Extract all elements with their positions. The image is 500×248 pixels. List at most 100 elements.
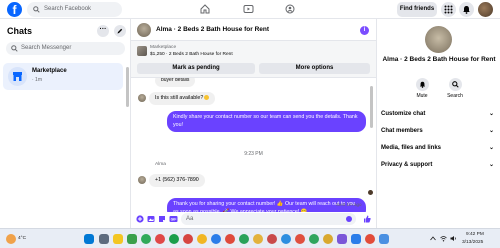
taskbar-app-icon[interactable] xyxy=(337,234,347,244)
speaker-icon[interactable] xyxy=(450,235,457,242)
more-options-button[interactable]: More options xyxy=(259,63,370,74)
facebook-search-input[interactable]: Search Facebook xyxy=(27,2,122,17)
grid-menu-icon xyxy=(444,5,453,14)
chrome-icon[interactable] xyxy=(281,234,291,244)
bell-icon xyxy=(463,6,470,14)
plus-icon[interactable] xyxy=(136,215,144,223)
conversation-header: Alma · 2 Beds 2 Bath House for Rent i xyxy=(131,19,376,41)
marketplace-icon xyxy=(8,67,27,86)
chevron-down-icon: ⌄ xyxy=(488,128,494,134)
taskbar-app-icon[interactable] xyxy=(379,234,389,244)
video-icon[interactable] xyxy=(243,4,254,14)
chrome-icon[interactable] xyxy=(155,234,165,244)
chrome-icon[interactable] xyxy=(295,234,305,244)
listing-description[interactable]: $1,250 · 2 Beds 2 Bath House for Rent xyxy=(150,52,233,57)
wifi-icon[interactable] xyxy=(440,235,447,242)
search-icon xyxy=(11,45,18,52)
svg-text:GIF: GIF xyxy=(171,218,178,222)
sender-avatar xyxy=(138,176,146,184)
top-navigation-bar: f Search Facebook Find friends xyxy=(0,0,500,19)
section-customize-chat[interactable]: Customize chat ⌄ xyxy=(381,109,497,120)
windows-start-icon[interactable] xyxy=(84,234,94,244)
mark-as-pending-button[interactable]: Mark as pending xyxy=(137,63,255,74)
menu-button[interactable] xyxy=(441,2,456,17)
chevron-up-icon[interactable] xyxy=(430,236,436,241)
message-composer: GIF Aa xyxy=(131,211,376,228)
search-icon-button[interactable] xyxy=(448,78,462,91)
chrome-icon[interactable] xyxy=(253,234,263,244)
taskbar-clock-date[interactable]: 3/13/2025 xyxy=(462,240,483,245)
message-timestamp: 9:23 PM xyxy=(244,151,263,157)
conversation-title[interactable]: Alma · 2 Beds 2 Bath House for Rent xyxy=(156,26,269,33)
message-bubble-partial: buyer details xyxy=(155,78,196,87)
windows-taskbar: 4°C 9:42 PM 3/13/2025 xyxy=(0,228,500,248)
bell-icon-button[interactable] xyxy=(415,78,429,91)
search-label: Search xyxy=(447,93,463,99)
chrome-icon[interactable] xyxy=(169,234,179,244)
message-input[interactable]: Aa xyxy=(181,213,356,225)
image-icon[interactable] xyxy=(147,215,155,223)
chrome-icon[interactable] xyxy=(183,234,193,244)
search-icon xyxy=(33,6,40,13)
section-label: Media, files and links xyxy=(381,145,442,151)
notifications-button[interactable] xyxy=(459,2,474,17)
section-label: Privacy & support xyxy=(381,162,433,168)
mute-label: Mute xyxy=(416,93,428,99)
chrome-icon[interactable] xyxy=(211,234,221,244)
chat-options-button[interactable]: ··· xyxy=(97,25,109,37)
section-label: Chat members xyxy=(381,128,423,134)
chrome-icon[interactable] xyxy=(239,234,249,244)
new-message-button[interactable] xyxy=(114,25,126,37)
conversation-info-panel: Alma · 2 Beds 2 Bath House for Rent Mute… xyxy=(376,19,500,228)
search-icon xyxy=(451,81,459,88)
info-icon[interactable]: i xyxy=(360,26,369,35)
message-bubble-incoming: Is this still available? xyxy=(149,92,216,105)
section-media-files-links[interactable]: Media, files and links ⌄ xyxy=(381,143,497,154)
taskbar-clock-time[interactable]: 9:42 PM xyxy=(466,232,484,237)
chrome-icon[interactable] xyxy=(309,234,319,244)
whatsapp-icon[interactable] xyxy=(141,234,151,244)
sidebar-scrollbar[interactable] xyxy=(126,67,129,107)
chrome-icon[interactable] xyxy=(323,234,333,244)
sticker-icon[interactable] xyxy=(158,215,166,223)
mute-action[interactable]: Mute xyxy=(407,78,437,99)
bell-icon xyxy=(419,81,425,88)
taskbar-app-icon[interactable] xyxy=(351,234,361,244)
gif-icon[interactable]: GIF xyxy=(169,215,178,223)
smile-emoji-icon xyxy=(204,95,210,101)
taskbar-app-icon[interactable] xyxy=(99,234,109,244)
listing-category: Marketplace xyxy=(150,45,177,50)
conversation-scrollbar[interactable] xyxy=(370,86,373,128)
chrome-icon[interactable] xyxy=(225,234,235,244)
groups-icon[interactable] xyxy=(285,4,295,14)
chrome-icon[interactable] xyxy=(197,234,207,244)
chevron-down-icon: ⌄ xyxy=(488,111,494,117)
search-action[interactable]: Search xyxy=(440,78,470,99)
conversation-pane: Alma · 2 Beds 2 Bath House for Rent i Ma… xyxy=(131,19,376,228)
compose-icon xyxy=(117,28,123,34)
emoji-picker-icon[interactable] xyxy=(346,216,352,222)
messenger-search-input[interactable]: Search Messenger xyxy=(6,42,125,55)
listing-thumbnail[interactable] xyxy=(137,46,147,56)
file-explorer-icon[interactable] xyxy=(113,234,123,244)
conversation-info-avatar[interactable] xyxy=(425,26,452,53)
chrome-icon[interactable] xyxy=(365,234,375,244)
sent-status: Sent 1m ago xyxy=(336,202,362,207)
find-friends-button[interactable]: Find friends xyxy=(397,2,437,17)
conversation-avatar[interactable] xyxy=(137,23,151,37)
chat-list-item[interactable]: Marketplace · 1m xyxy=(3,63,123,90)
profile-avatar[interactable] xyxy=(478,2,493,17)
message-list: buyer details Is this still available? K… xyxy=(131,78,376,212)
taskbar-app-icon[interactable] xyxy=(127,234,137,244)
section-privacy-support[interactable]: Privacy & support ⌄ xyxy=(381,160,497,171)
chrome-icon[interactable] xyxy=(267,234,277,244)
listing-banner: Marketplace $1,250 · 2 Beds 2 Bath House… xyxy=(131,41,376,78)
home-icon[interactable] xyxy=(200,4,210,14)
section-chat-members[interactable]: Chat members ⌄ xyxy=(381,126,497,137)
weather-icon[interactable] xyxy=(6,234,16,244)
message-bubble-incoming: +1 (562) 376-7890 xyxy=(149,174,205,187)
messenger-search-placeholder: Search Messenger xyxy=(21,45,72,51)
message-text: Is this still available? xyxy=(155,95,204,101)
facebook-logo-icon[interactable]: f xyxy=(7,2,22,17)
thumbs-up-icon[interactable] xyxy=(363,215,371,223)
